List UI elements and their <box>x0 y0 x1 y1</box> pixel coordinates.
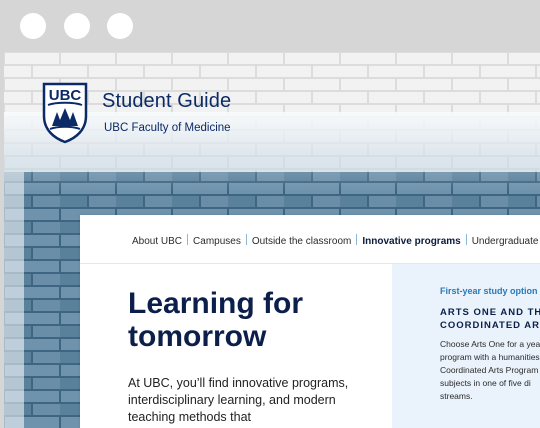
intro-paragraph: At UBC, you’ll find innovative programs,… <box>128 376 349 424</box>
svg-text:UBC: UBC <box>49 87 82 104</box>
nav-separator <box>187 234 189 245</box>
window-control-dot[interactable] <box>64 13 90 39</box>
window-control-dot[interactable] <box>20 13 46 39</box>
nav-item-campuses[interactable]: Campuses <box>193 236 241 247</box>
browser-chrome <box>0 0 540 53</box>
ubc-crest-logo: UBC <box>42 82 88 144</box>
top-navigation: About UBC Campuses Outside the classroom In… <box>80 215 540 264</box>
window-control-dot[interactable] <box>107 13 133 39</box>
callout-eyebrow: First-year study option <box>440 286 538 296</box>
nav-item-innovative-programs[interactable]: Innovative programs <box>362 236 460 247</box>
nav-separator <box>465 234 467 245</box>
nav-separator <box>356 234 358 245</box>
site-title: Student Guide <box>102 90 232 112</box>
page-title: Learning for tomorrow <box>128 287 304 353</box>
nav-item-about-ubc[interactable]: About UBC <box>132 236 182 247</box>
nav-item-undergraduate[interactable]: Undergraduate d <box>472 236 540 247</box>
callout-heading: ARTS ONE AND THE COORDINATED ART <box>440 307 540 331</box>
nav-item-outside-classroom[interactable]: Outside the classroom <box>252 236 352 247</box>
callout-body: Choose Arts One for a year program with … <box>440 339 540 401</box>
sidebar-callout: First-year study option ARTS ONE AND THE… <box>392 264 540 428</box>
site-subtitle: UBC Faculty of Medicine <box>104 122 231 134</box>
nav-list: About UBC Campuses Outside the classroom In… <box>132 234 540 247</box>
webpage-viewport: UBC Student Guide UBC Faculty of Medicin… <box>0 52 540 428</box>
nav-separator <box>245 234 247 245</box>
brand-header[interactable]: UBC Student Guide UBC Faculty of Medicin… <box>42 82 342 146</box>
content-card: About UBC Campuses Outside the classroom In… <box>80 215 540 428</box>
